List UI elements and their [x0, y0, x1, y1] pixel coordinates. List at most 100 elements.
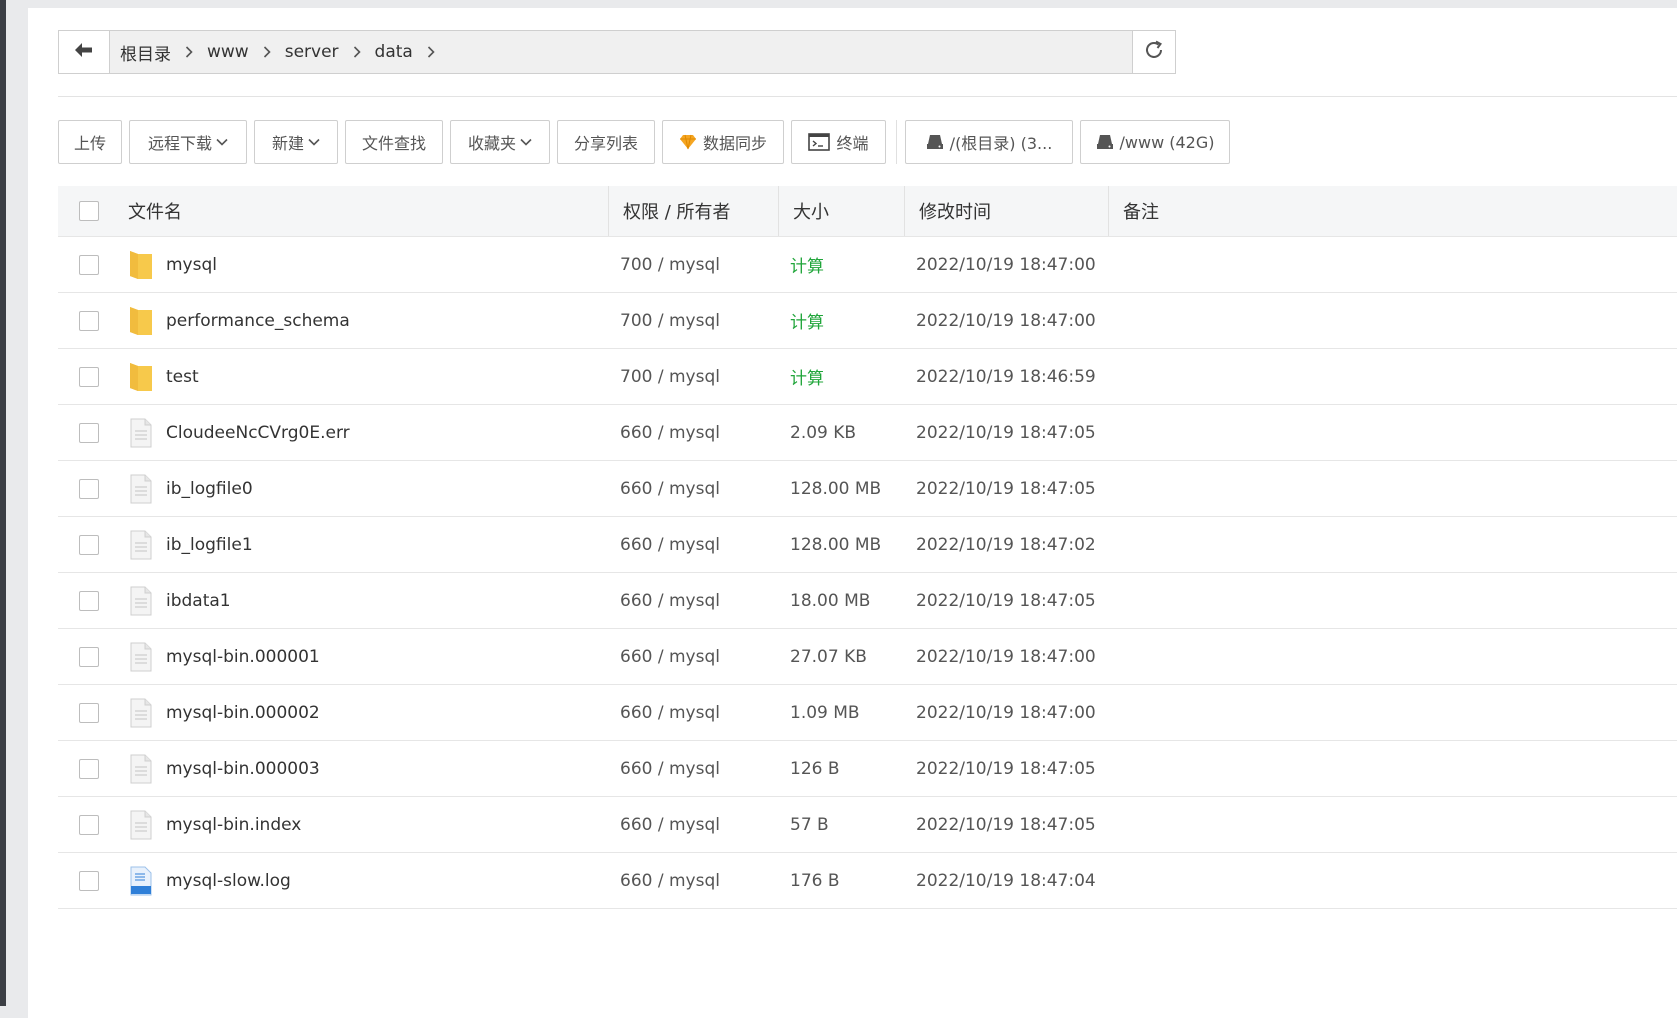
row-checkbox[interactable] [79, 478, 99, 499]
permission-owner[interactable]: 700 / mysql [608, 367, 778, 387]
row-checkbox[interactable] [79, 646, 99, 667]
row-select-cell [58, 366, 120, 387]
row-checkbox[interactable] [79, 422, 99, 443]
row-checkbox[interactable] [79, 534, 99, 555]
permission-owner[interactable]: 660 / mysql [608, 647, 778, 667]
new-label: 新建 [271, 134, 304, 153]
file-size: 57 B [790, 814, 829, 835]
file-size: 2.09 KB [790, 422, 857, 443]
row-checkbox[interactable] [79, 254, 99, 275]
column-header-perm[interactable]: 权限 / 所有者 [608, 186, 778, 236]
file-name[interactable]: ib_logfile1 [166, 535, 253, 555]
file-name[interactable]: mysql-bin.000001 [166, 647, 320, 667]
row-checkbox[interactable] [79, 814, 99, 835]
permission-owner[interactable]: 700 / mysql [608, 255, 778, 275]
file-name[interactable]: ibdata1 [166, 591, 231, 611]
table-row[interactable]: ibdata1 660 / mysql 18.00 MB 2022/10/19 18:… [58, 573, 1677, 629]
row-select-cell [58, 758, 120, 779]
table-row[interactable]: performance_schema 700 / mysql 计算 2022/10/1… [58, 293, 1677, 349]
permission-owner[interactable]: 660 / mysql [608, 815, 778, 835]
row-select-cell [58, 534, 120, 555]
table-row[interactable]: mysql-bin.000003 660 / mysql 126 B 2022/10/… [58, 741, 1677, 797]
file-name-cell: performance_schema [120, 305, 608, 337]
file-name-cell: mysql-bin.000001 [120, 641, 608, 673]
share-list-button[interactable]: 分享列表 [557, 120, 655, 164]
log-file-icon [128, 865, 154, 897]
table-body: mysql 700 / mysql 计算 2022/10/19 18:47:00 per… [58, 237, 1677, 909]
terminal-button[interactable]: 终端 [791, 120, 886, 164]
column-header-mtime[interactable]: 修改时间 [904, 186, 1108, 236]
modified-time: 2022/10/19 18:47:00 [916, 702, 1096, 723]
permission-owner[interactable]: 660 / mysql [608, 535, 778, 555]
file-size: 18.00 MB [790, 590, 871, 611]
file-name[interactable]: mysql-slow.log [166, 871, 291, 891]
disk-root-button[interactable]: /(根目录) (3... [905, 120, 1073, 164]
row-select-cell [58, 702, 120, 723]
file-name[interactable]: performance_schema [166, 311, 350, 331]
row-checkbox[interactable] [79, 758, 99, 779]
row-checkbox[interactable] [79, 702, 99, 723]
table-row[interactable]: CloudeeNcCVrg0E.err 660 / mysql 2.09 KB 202… [58, 405, 1677, 461]
breadcrumb-item-data[interactable]: data [375, 42, 413, 62]
file-name[interactable]: CloudeeNcCVrg0E.err [166, 423, 350, 443]
row-checkbox[interactable] [79, 590, 99, 611]
column-header-name[interactable]: 文件名 [120, 186, 608, 236]
file-size: 126 B [790, 758, 840, 779]
file-search-button[interactable]: 文件查找 [345, 120, 443, 164]
row-checkbox[interactable] [79, 870, 99, 891]
permission-owner[interactable]: 660 / mysql [608, 591, 778, 611]
share-list-label: 分享列表 [573, 134, 638, 153]
file-name-cell: CloudeeNcCVrg0E.err [120, 417, 608, 449]
disk-icon [1096, 134, 1114, 150]
file-name[interactable]: mysql-bin.000002 [166, 703, 320, 723]
permission-owner[interactable]: 660 / mysql [608, 703, 778, 723]
file-name[interactable]: ib_logfile0 [166, 479, 253, 499]
calculate-size-link[interactable]: 计算 [778, 252, 904, 277]
row-select-cell [58, 478, 120, 499]
chevron-right-icon [427, 46, 435, 58]
permission-owner[interactable]: 660 / mysql [608, 423, 778, 443]
remote-download-button[interactable]: 远程下载 [129, 120, 247, 164]
table-row[interactable]: test 700 / mysql 计算 2022/10/19 18:46:59 [58, 349, 1677, 405]
disk-www-button[interactable]: /www (42G) [1080, 120, 1230, 164]
file-table: 文件名 权限 / 所有者 大小 修改时间 备注 mysql 700 / mysql… [58, 186, 1677, 909]
new-button[interactable]: 新建 [254, 120, 338, 164]
calculate-size-link[interactable]: 计算 [778, 364, 904, 389]
table-row[interactable]: mysql-bin.index 660 / mysql 57 B 2022/10/19… [58, 797, 1677, 853]
permission-owner[interactable]: 660 / mysql [608, 759, 778, 779]
modified-time: 2022/10/19 18:47:05 [916, 814, 1096, 835]
file-name[interactable]: mysql [166, 255, 217, 275]
refresh-button[interactable] [1132, 31, 1175, 73]
data-sync-button[interactable]: 数据同步 [662, 120, 784, 164]
window-edge [0, 0, 6, 1006]
permission-owner[interactable]: 700 / mysql [608, 311, 778, 331]
file-name-cell: ib_logfile0 [120, 473, 608, 505]
file-name[interactable]: mysql-bin.000003 [166, 759, 320, 779]
table-row[interactable]: mysql-slow.log 660 / mysql 176 B 2022/10/19… [58, 853, 1677, 909]
file-size: 27.07 KB [790, 646, 867, 667]
data-sync-label: 数据同步 [702, 134, 767, 153]
back-button[interactable] [59, 31, 110, 73]
calculate-size-link[interactable]: 计算 [778, 308, 904, 333]
table-row[interactable]: mysql-bin.000002 660 / mysql 1.09 MB 2022/1… [58, 685, 1677, 741]
table-row[interactable]: ib_logfile0 660 / mysql 128.00 MB 2022/10/1… [58, 461, 1677, 517]
row-checkbox[interactable] [79, 366, 99, 387]
breadcrumb-item-www[interactable]: www [207, 42, 249, 62]
file-name[interactable]: test [166, 367, 199, 387]
permission-owner[interactable]: 660 / mysql [608, 479, 778, 499]
file-name[interactable]: mysql-bin.index [166, 815, 301, 835]
chevron-right-icon [185, 46, 193, 58]
column-header-size[interactable]: 大小 [778, 186, 904, 236]
favorites-button[interactable]: 收藏夹 [450, 120, 550, 164]
breadcrumb-item-server[interactable]: server [285, 42, 339, 62]
table-row[interactable]: mysql-bin.000001 660 / mysql 27.07 KB 2022/… [58, 629, 1677, 685]
modified-time: 2022/10/19 18:47:05 [916, 478, 1096, 499]
table-row[interactable]: mysql 700 / mysql 计算 2022/10/19 18:47:00 [58, 237, 1677, 293]
select-all-checkbox[interactable] [79, 201, 99, 221]
row-checkbox[interactable] [79, 310, 99, 331]
disk-www-label: /www (42G) [1119, 132, 1215, 152]
breadcrumb-item-root[interactable]: 根目录 [120, 40, 171, 65]
permission-owner[interactable]: 660 / mysql [608, 871, 778, 891]
table-row[interactable]: ib_logfile1 660 / mysql 128.00 MB 2022/10/1… [58, 517, 1677, 573]
upload-button[interactable]: 上传 [58, 120, 122, 164]
